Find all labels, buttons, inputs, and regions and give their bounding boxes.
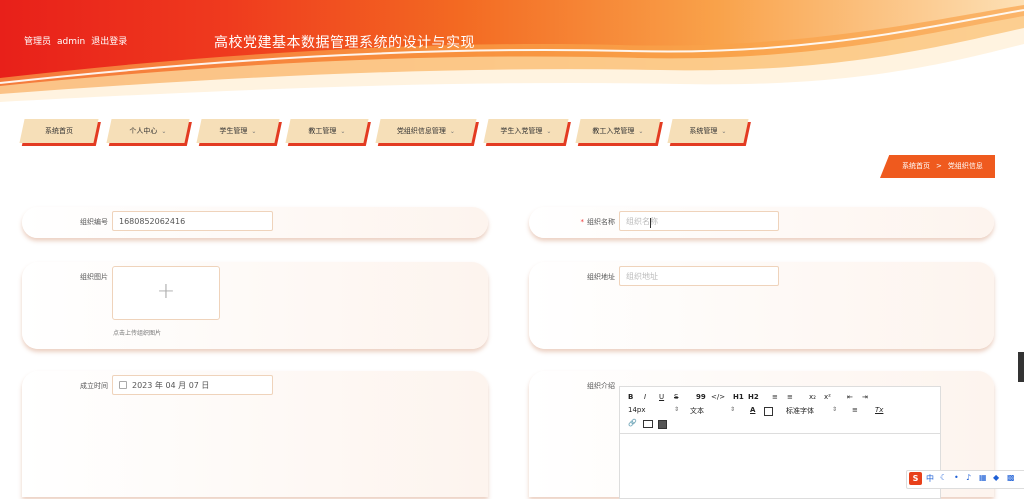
- org-address-label: 组织地址: [587, 273, 615, 281]
- org-no-label: 组织编号: [80, 218, 108, 226]
- chevron-down-icon: ⌄: [449, 128, 455, 135]
- moon-icon[interactable]: ☾: [940, 473, 947, 482]
- indent-icon[interactable]: ⇥: [862, 393, 868, 401]
- required-mark: *: [580, 218, 585, 226]
- nav-item-student-mgmt[interactable]: 学生管理 ⌄: [196, 119, 280, 143]
- header-wave-graphic: [0, 5, 1024, 110]
- nav-item-student-party-join[interactable]: 学生入党管理 ⌄: [483, 119, 569, 143]
- text-cursor-icon: [650, 218, 653, 228]
- intro-label: 组织介绍: [587, 382, 615, 390]
- breadcrumb-current: 党组织信息: [947, 162, 983, 170]
- nav-label: 个人中心: [129, 127, 158, 135]
- breadcrumb: 系统首页 > 党组织信息: [880, 155, 995, 178]
- heading2-icon[interactable]: H2: [748, 393, 759, 401]
- image-upload-box[interactable]: +: [112, 266, 220, 320]
- breadcrumb-separator: >: [936, 162, 942, 170]
- link-icon[interactable]: 🔗: [628, 419, 637, 427]
- ime-toolbar: S 中 ☾ • ♪ ▦ ◆ ▩: [906, 470, 1024, 489]
- logout-link[interactable]: 退出登录: [91, 37, 127, 47]
- nav-label: 学生管理: [219, 127, 248, 135]
- org-image-label: 组织图片: [80, 273, 108, 281]
- editor-toolbar-row-3: 🔗: [620, 417, 940, 430]
- nav-label: 系统管理: [689, 127, 718, 135]
- font-size-select[interactable]: 14px: [628, 406, 646, 414]
- rich-text-editor: B I U S 99 </> H1 H2 ≡ ≡ x₂ x² ⇤ ⇥ 14px …: [619, 386, 941, 499]
- italic-icon[interactable]: I: [644, 393, 646, 401]
- nav-item-party-org-mgmt[interactable]: 党组织信息管理 ⌄: [375, 119, 477, 143]
- superscript-icon[interactable]: x²: [824, 393, 831, 401]
- nav-label: 教工管理: [308, 127, 337, 135]
- field-card-org-address: 组织地址 组织地址: [529, 262, 994, 349]
- nav-item-staff-mgmt[interactable]: 教工管理 ⌄: [285, 119, 369, 143]
- chevron-down-icon: ⇕: [730, 406, 736, 413]
- founded-label: 成立时间: [80, 382, 108, 390]
- editor-content-area[interactable]: [620, 434, 940, 498]
- founded-date-value: 2023 年 04 月 07 日: [132, 381, 210, 390]
- site-title: 高校党建基本数据管理系统的设计与实现: [214, 35, 475, 51]
- bullet-list-icon[interactable]: ≡: [787, 393, 793, 401]
- chevron-down-icon: ⇕: [832, 406, 838, 413]
- field-card-founded: 成立时间 2023 年 04 月 07 日: [22, 371, 488, 497]
- ime-lang-toggle[interactable]: 中: [926, 473, 934, 484]
- nav-item-personal-center[interactable]: 个人中心 ⌄: [106, 119, 190, 143]
- nav-item-system-mgmt[interactable]: 系统管理 ⌄: [667, 119, 749, 143]
- editor-toolbar-row-2: 14px ⇕ 文本 ⇕ A 标准字体 ⇕ ≡ Tx: [620, 404, 940, 417]
- field-card-org-no: 组织编号 1680852062416: [22, 207, 488, 238]
- chevron-down-icon: ⇕: [674, 406, 680, 413]
- image-icon[interactable]: [643, 420, 653, 428]
- calendar-icon: [119, 381, 127, 389]
- field-card-org-image: 组织图片 + 点击上传组织图片: [22, 262, 488, 349]
- video-icon[interactable]: [658, 420, 667, 429]
- outdent-icon[interactable]: ⇤: [847, 393, 853, 401]
- font-family-select[interactable]: 标准字体: [786, 406, 814, 416]
- org-name-label-text: 组织名称: [587, 218, 615, 226]
- background-color-icon[interactable]: [764, 407, 773, 416]
- keyboard-icon[interactable]: ▦: [979, 473, 987, 482]
- underline-icon[interactable]: U: [659, 393, 664, 401]
- blockquote-icon[interactable]: 99: [696, 393, 706, 401]
- chevron-down-icon: ⌄: [340, 128, 346, 135]
- nav-item-home[interactable]: 系统首页: [19, 119, 99, 143]
- admin-bar: 管理员 admin 退出登录: [24, 34, 133, 47]
- text-style-select[interactable]: 文本: [690, 406, 704, 416]
- nav-label: 党组织信息管理: [396, 127, 446, 135]
- upload-hint: 点击上传组织图片: [113, 330, 162, 337]
- plus-icon: +: [156, 279, 176, 304]
- user-role: 管理员: [24, 37, 52, 47]
- org-address-input[interactable]: 组织地址: [619, 266, 779, 286]
- breadcrumb-home[interactable]: 系统首页: [902, 162, 930, 170]
- chevron-down-icon: ⌄: [638, 128, 644, 135]
- grid-menu-icon[interactable]: ▩: [1007, 473, 1015, 482]
- org-no-input[interactable]: 1680852062416: [112, 211, 273, 231]
- chevron-down-icon: ⌄: [546, 128, 552, 135]
- nav-label: 教工入党管理: [592, 127, 635, 135]
- username: admin: [57, 37, 86, 47]
- org-name-input[interactable]: 组织名称: [619, 211, 779, 231]
- mic-icon[interactable]: ♪: [966, 473, 971, 482]
- align-select[interactable]: ≡: [852, 406, 858, 414]
- founded-date-picker[interactable]: 2023 年 04 月 07 日: [112, 375, 273, 395]
- code-icon[interactable]: </>: [711, 393, 725, 401]
- org-name-label: * 组织名称: [559, 217, 616, 227]
- subscript-icon[interactable]: x₂: [809, 393, 816, 401]
- header-banner: 管理员 admin 退出登录 高校党建基本数据管理系统的设计与实现: [0, 0, 1024, 110]
- skin-icon[interactable]: ◆: [993, 473, 999, 482]
- editor-toolbar-row-1: B I U S 99 </> H1 H2 ≡ ≡ x₂ x² ⇤ ⇥: [620, 391, 940, 404]
- strike-icon[interactable]: S: [674, 393, 678, 401]
- nav-label: 学生入党管理: [500, 127, 543, 135]
- nav-label: 系统首页: [45, 127, 73, 135]
- chevron-down-icon: ⌄: [161, 128, 167, 135]
- nav-item-staff-party-join[interactable]: 教工入党管理 ⌄: [575, 119, 661, 143]
- side-panel-tab[interactable]: [1018, 352, 1024, 382]
- sogou-logo-icon[interactable]: S: [909, 472, 922, 485]
- chevron-down-icon: ⌄: [721, 128, 727, 135]
- chevron-down-icon: ⌄: [251, 128, 257, 135]
- font-color-icon[interactable]: A: [750, 406, 755, 414]
- ordered-list-icon[interactable]: ≡: [772, 393, 778, 401]
- clear-format-icon[interactable]: Tx: [875, 406, 883, 414]
- field-card-org-name: * 组织名称 组织名称: [529, 207, 994, 238]
- punctuation-icon[interactable]: •: [954, 473, 959, 482]
- bold-icon[interactable]: B: [628, 393, 633, 401]
- heading1-icon[interactable]: H1: [733, 393, 744, 401]
